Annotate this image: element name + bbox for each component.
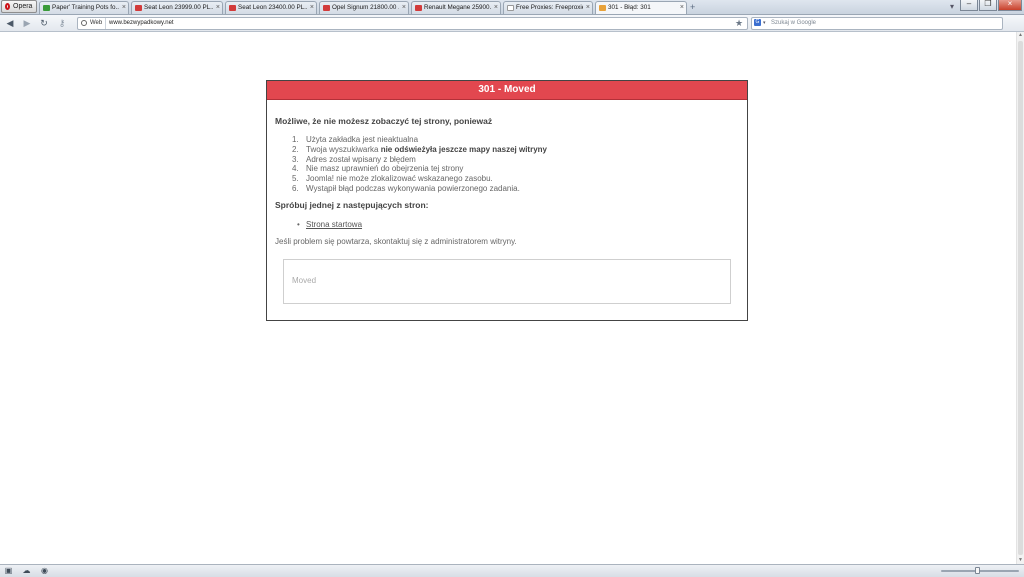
reason-text: Wystąpił błąd podczas wykonywania powier… (306, 183, 520, 193)
window-controls: – ❐ × (959, 0, 1022, 11)
reason-item: 4. Nie masz uprawnień do obejrzenia tej s… (292, 164, 739, 174)
search-placeholder: Szukaj w Google (771, 20, 817, 26)
back-arrow-icon[interactable]: ◀ (4, 17, 16, 29)
tab-title: Renault Megane 25900.... (424, 4, 491, 11)
reload-icon[interactable]: ↻ (38, 17, 50, 29)
forward-arrow-icon[interactable]: ▶ (21, 17, 33, 29)
scrollbar-thumb[interactable] (1018, 41, 1023, 555)
key-icon[interactable]: ⚷ (56, 17, 68, 29)
tab-close-icon[interactable]: × (680, 2, 684, 14)
tab-menu-icon[interactable]: ▾ (950, 2, 954, 11)
tab-favicon-icon (415, 5, 422, 11)
site-badge-label: Web (90, 20, 103, 26)
error-body: Możliwe, że nie możesz zobaczyć tej stro… (267, 116, 747, 246)
reason-item: 5. Joomla! nie może zlokalizować wskazane… (292, 174, 739, 184)
bookmark-star-icon[interactable]: ★ (735, 17, 743, 29)
tab-title: Seat Leon 23400.00 PL... (238, 4, 307, 11)
tab-title: Opel Signum 21800.00 ... (332, 4, 399, 11)
status-bar: ▣ ☁ ◉ (0, 564, 1024, 577)
tab-close-icon[interactable]: × (494, 2, 498, 14)
globe-icon (81, 20, 87, 26)
url-text[interactable]: www.bezwypadkowy.net (109, 18, 174, 29)
reason-item: 2. Twoja wyszukiwarka nie odświeżyła jesz… (292, 144, 739, 155)
address-field[interactable]: Web www.bezwypadkowy.net (77, 17, 748, 30)
opera-menu-label: Opera (13, 3, 33, 10)
browser-tab-active[interactable]: 301 - Błąd: 301 × (595, 1, 687, 14)
zoom-slider[interactable] (941, 570, 1019, 572)
tab-close-icon[interactable]: × (122, 2, 126, 14)
tab-close-icon[interactable]: × (586, 2, 590, 14)
tab-close-icon[interactable]: × (216, 2, 220, 14)
link-item: Strona startowa (297, 220, 739, 229)
browser-tab[interactable]: Paper' Training Pots fo... × (39, 1, 129, 14)
contact-text: Jeśli problem się powtarza, skontaktuj s… (275, 236, 517, 246)
tab-favicon-icon (323, 5, 330, 11)
scroll-down-icon[interactable]: ▼ (1017, 557, 1024, 564)
page-scrollbar[interactable]: ▲ ▼ (1016, 32, 1024, 564)
close-window-button[interactable]: × (998, 0, 1022, 11)
tab-bar: Opera Paper' Training Pots fo... × Seat … (0, 0, 1024, 15)
browser-tab[interactable]: Seat Leon 23400.00 PL... × (225, 1, 317, 14)
tab-favicon-icon (229, 5, 236, 11)
scroll-up-icon[interactable]: ▲ (1017, 32, 1024, 39)
browser-tab[interactable]: Opel Signum 21800.00 ... × (319, 1, 409, 14)
error-message-box: Moved (283, 259, 731, 304)
tab-title: Paper' Training Pots fo... (52, 4, 119, 11)
reason-number: 1. (292, 135, 299, 144)
panel-toggle-icon[interactable]: ▣ (4, 566, 13, 575)
browser-tab[interactable]: Renault Megane 25900.... × (411, 1, 501, 14)
tab-close-icon[interactable]: × (402, 2, 406, 14)
tab-favicon-icon (507, 5, 514, 11)
reason-number: 6. (292, 183, 299, 193)
reason-text: Joomla! nie może zlokalizować wskazanego… (306, 174, 493, 184)
reason-text: Adres został wpisany z błędem (306, 154, 416, 164)
address-toolbar: ◀ ▶ ↻ ⚷ Web www.bezwypadkowy.net ★ G ▾ S… (0, 15, 1024, 32)
error-box: 301 - Moved Możliwe, że nie możesz zobac… (266, 80, 748, 321)
opera-menu-button[interactable]: Opera (1, 0, 37, 13)
engine-dropdown-icon[interactable]: ▾ (763, 18, 766, 29)
links-list: Strona startowa (275, 220, 739, 229)
tab-title: 301 - Błąd: 301 (608, 4, 651, 11)
tab-close-icon[interactable]: × (310, 2, 314, 14)
tab-title: Seat Leon 23999.00 PL... (144, 4, 213, 11)
reason-text: Użyta zakładka jest nieaktualna (306, 135, 419, 144)
minimize-button[interactable]: – (960, 0, 978, 11)
tab-title: Free Proxies: Freeproxie... (516, 4, 583, 11)
opera-logo-icon (5, 3, 10, 10)
google-engine-icon[interactable]: G (754, 19, 761, 26)
reason-number: 4. (292, 164, 299, 174)
reason-text: Twoja wyszukiwarka (306, 144, 381, 154)
home-page-link[interactable]: Strona startowa (306, 220, 362, 229)
restore-button[interactable]: ❐ (979, 0, 997, 11)
reason-text-bold: nie odświeżyła jeszcze mapy naszej witry… (380, 144, 547, 154)
reason-item: 6. Wystąpił błąd podczas wykonywania powi… (292, 183, 739, 194)
reason-number: 5. (292, 174, 299, 184)
reason-number: 2. (292, 144, 299, 154)
error-lead: Możliwe, że nie możesz zobaczyć tej stro… (275, 116, 493, 126)
reason-number: 3. (292, 154, 299, 164)
zoom-slider-thumb[interactable] (975, 567, 980, 574)
new-tab-icon[interactable]: + (690, 1, 695, 13)
tab-favicon-icon (135, 5, 142, 11)
search-field[interactable]: G ▾ Szukaj w Google (751, 17, 1003, 30)
reason-item: 3. Adres został wpisany z błędem (292, 154, 739, 165)
try-heading: Spróbuj jednej z następujących stron: (275, 199, 429, 210)
reason-item: 1. Użyta zakładka jest nieaktualna (292, 135, 739, 145)
reasons-list: 1. Użyta zakładka jest nieaktualna 2. Twoj… (275, 135, 739, 194)
opera-unite-icon[interactable]: ☁ (22, 566, 31, 575)
error-header: 301 - Moved (267, 81, 747, 100)
tab-favicon-icon (43, 5, 50, 11)
site-badge[interactable]: Web (79, 18, 107, 29)
turbo-icon[interactable]: ◉ (40, 566, 49, 575)
browser-tab[interactable]: Seat Leon 23999.00 PL... × (131, 1, 223, 14)
reason-text: Nie masz uprawnień do obejrzenia tej str… (306, 164, 464, 174)
tab-favicon-icon (599, 5, 606, 11)
browser-tab[interactable]: Free Proxies: Freeproxie... × (503, 1, 593, 14)
